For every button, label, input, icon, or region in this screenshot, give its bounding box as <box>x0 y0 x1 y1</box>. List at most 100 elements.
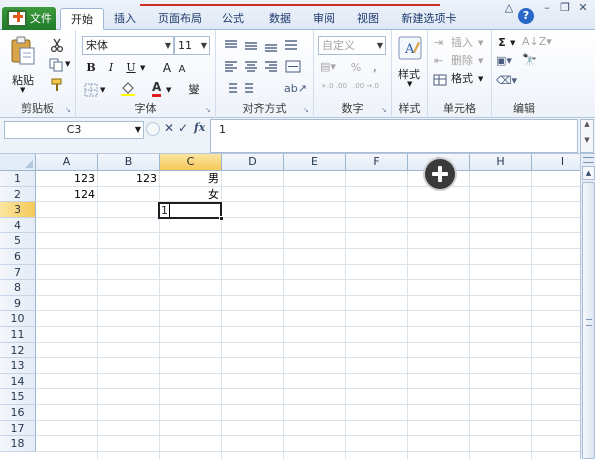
chevron-down-icon[interactable]: ▼ <box>100 86 105 94</box>
number-format-combo[interactable]: 自定义 ▼ <box>318 36 386 55</box>
cell-b1[interactable]: 123 <box>98 171 160 186</box>
column-header-c[interactable]: C <box>160 154 222 171</box>
tab-file[interactable]: 文件 <box>2 7 56 30</box>
tab-formulas[interactable]: 公式 <box>215 8 251 30</box>
column-header-f[interactable]: F <box>346 154 408 171</box>
dialog-launcher-icon[interactable]: ↘ <box>65 106 73 114</box>
row-header-16[interactable]: 16 <box>0 405 36 421</box>
row-header-1[interactable]: 1 <box>0 171 36 187</box>
chevron-down-icon[interactable]: ▼ <box>510 39 515 47</box>
styles-button[interactable]: A 样式 ▼ <box>394 34 426 98</box>
decrease-decimal-button[interactable]: .00 →.0 <box>352 82 380 100</box>
italic-button[interactable]: I <box>104 59 118 77</box>
row-header-13[interactable]: 13 <box>0 358 36 374</box>
row-header-17[interactable]: 17 <box>0 420 36 437</box>
find-select-icon[interactable]: 🔭 <box>522 53 537 67</box>
scissors-icon[interactable] <box>50 38 64 52</box>
column-header-i[interactable]: I <box>532 154 580 171</box>
split-handle-icon[interactable] <box>583 157 594 163</box>
row-header-4[interactable]: 4 <box>0 217 36 234</box>
column-header-a[interactable]: A <box>36 154 98 171</box>
phonetic-button[interactable]: 燮 <box>186 81 202 99</box>
font-name-combo[interactable]: 宋体 ▼ <box>82 36 174 55</box>
cell-a1[interactable]: 123 <box>36 171 98 186</box>
fill-icon[interactable]: ▣▾ <box>496 54 512 67</box>
row-header-6[interactable]: 6 <box>0 249 36 265</box>
cell-c2[interactable]: 女 <box>160 187 222 202</box>
tab-data[interactable]: 数据 <box>262 8 298 30</box>
align-top-icon[interactable] <box>224 38 310 52</box>
orientation-icon[interactable]: ab↗ <box>284 82 307 95</box>
active-cell-c3[interactable]: 1 <box>158 202 224 221</box>
tab-review[interactable]: 审阅 <box>306 8 342 30</box>
chevron-down-icon[interactable]: ▼ <box>478 57 483 65</box>
insert-cells-button[interactable]: 插入 <box>448 34 476 52</box>
align-left-icon[interactable] <box>224 60 310 74</box>
column-header-b[interactable]: B <box>98 154 160 171</box>
help-icon[interactable]: ? <box>518 8 534 24</box>
brush-icon[interactable] <box>50 78 64 92</box>
chevron-down-icon[interactable]: ▼ <box>140 64 145 72</box>
column-header-e[interactable]: E <box>284 154 346 171</box>
cell-a2[interactable]: 124 <box>36 187 98 202</box>
dialog-launcher-icon[interactable]: ↘ <box>205 106 213 114</box>
row-header-3[interactable]: 3 <box>0 202 36 218</box>
formula-input[interactable]: 1 <box>210 119 578 153</box>
chevron-down-icon[interactable]: ▼ <box>65 60 70 68</box>
row-header-2[interactable]: 2 <box>0 186 36 203</box>
row-header-18[interactable]: 18 <box>0 436 36 452</box>
chevron-down-icon[interactable]: ▼ <box>478 75 483 83</box>
row-header-11[interactable]: 11 <box>0 327 36 343</box>
tab-insert[interactable]: 插入 <box>106 8 144 30</box>
close-icon[interactable]: ✕ <box>576 0 590 16</box>
format-cells-button[interactable]: 格式 <box>448 70 476 88</box>
cancel-icon[interactable]: ✕ <box>164 121 174 135</box>
row-header-15[interactable]: 15 <box>0 389 36 405</box>
dialog-launcher-icon[interactable]: ↘ <box>381 106 389 114</box>
borders-icon[interactable] <box>84 83 98 97</box>
minimize-icon[interactable]: – <box>540 0 554 16</box>
row-header-12[interactable]: 12 <box>0 342 36 359</box>
fill-color-icon[interactable] <box>120 82 136 96</box>
chevron-down-icon[interactable]: ▼ <box>478 39 483 47</box>
row-header-9[interactable]: 9 <box>0 295 36 312</box>
chevron-down-icon[interactable]: ▼ <box>166 86 171 94</box>
delete-cells-button[interactable]: 删除 <box>448 52 476 70</box>
indent-icon[interactable] <box>224 82 264 96</box>
copy-icon[interactable] <box>49 58 65 72</box>
insert-function-button[interactable]: fx <box>194 121 205 134</box>
enter-icon[interactable]: ✓ <box>178 121 188 135</box>
tab-new-tab[interactable]: 新建选项卡 <box>396 8 462 30</box>
column-header-h[interactable]: H <box>470 154 532 171</box>
row-header-7[interactable]: 7 <box>0 264 36 281</box>
tab-home[interactable]: 开始 <box>60 8 104 30</box>
underline-button[interactable]: U <box>124 59 138 77</box>
comma-button[interactable]: , <box>370 59 380 77</box>
row-header-14[interactable]: 14 <box>0 373 36 390</box>
bold-button[interactable]: B <box>84 59 98 77</box>
formula-bar-expand-icon[interactable]: ▲ ▼ <box>580 119 594 153</box>
autosum-button[interactable]: Σ <box>496 34 508 52</box>
row-header-8[interactable]: 8 <box>0 280 36 296</box>
tab-view[interactable]: 视图 <box>350 8 386 30</box>
restore-icon[interactable]: ❐ <box>558 0 572 16</box>
shrink-font-button[interactable]: A <box>176 61 188 79</box>
scroll-thumb[interactable] <box>582 182 595 459</box>
chevron-down-icon[interactable]: ▼ <box>135 122 141 138</box>
currency-icon[interactable]: ▤▾ <box>320 60 336 73</box>
worksheet-grid[interactable]: ABCDEFGHI 123456789101112131415161718 12… <box>0 154 580 459</box>
grow-font-button[interactable]: A <box>160 59 174 77</box>
clear-icon[interactable]: ⌫▾ <box>496 74 517 87</box>
scroll-up-icon[interactable]: ▲ <box>582 166 595 180</box>
column-header-d[interactable]: D <box>222 154 284 171</box>
select-all-button[interactable] <box>0 154 36 171</box>
font-color-icon[interactable]: A <box>152 81 162 97</box>
collapse-ribbon-icon[interactable]: △ <box>502 0 516 16</box>
fill-handle[interactable] <box>219 216 224 221</box>
font-size-combo[interactable]: 11 ▼ <box>174 36 210 55</box>
percent-button[interactable]: % <box>350 59 362 77</box>
row-header-5[interactable]: 5 <box>0 233 36 249</box>
vertical-scrollbar[interactable]: ▲ <box>580 154 595 459</box>
tab-page-layout[interactable]: 页面布局 <box>152 8 208 30</box>
increase-decimal-button[interactable]: +.0 .00 <box>320 82 348 100</box>
